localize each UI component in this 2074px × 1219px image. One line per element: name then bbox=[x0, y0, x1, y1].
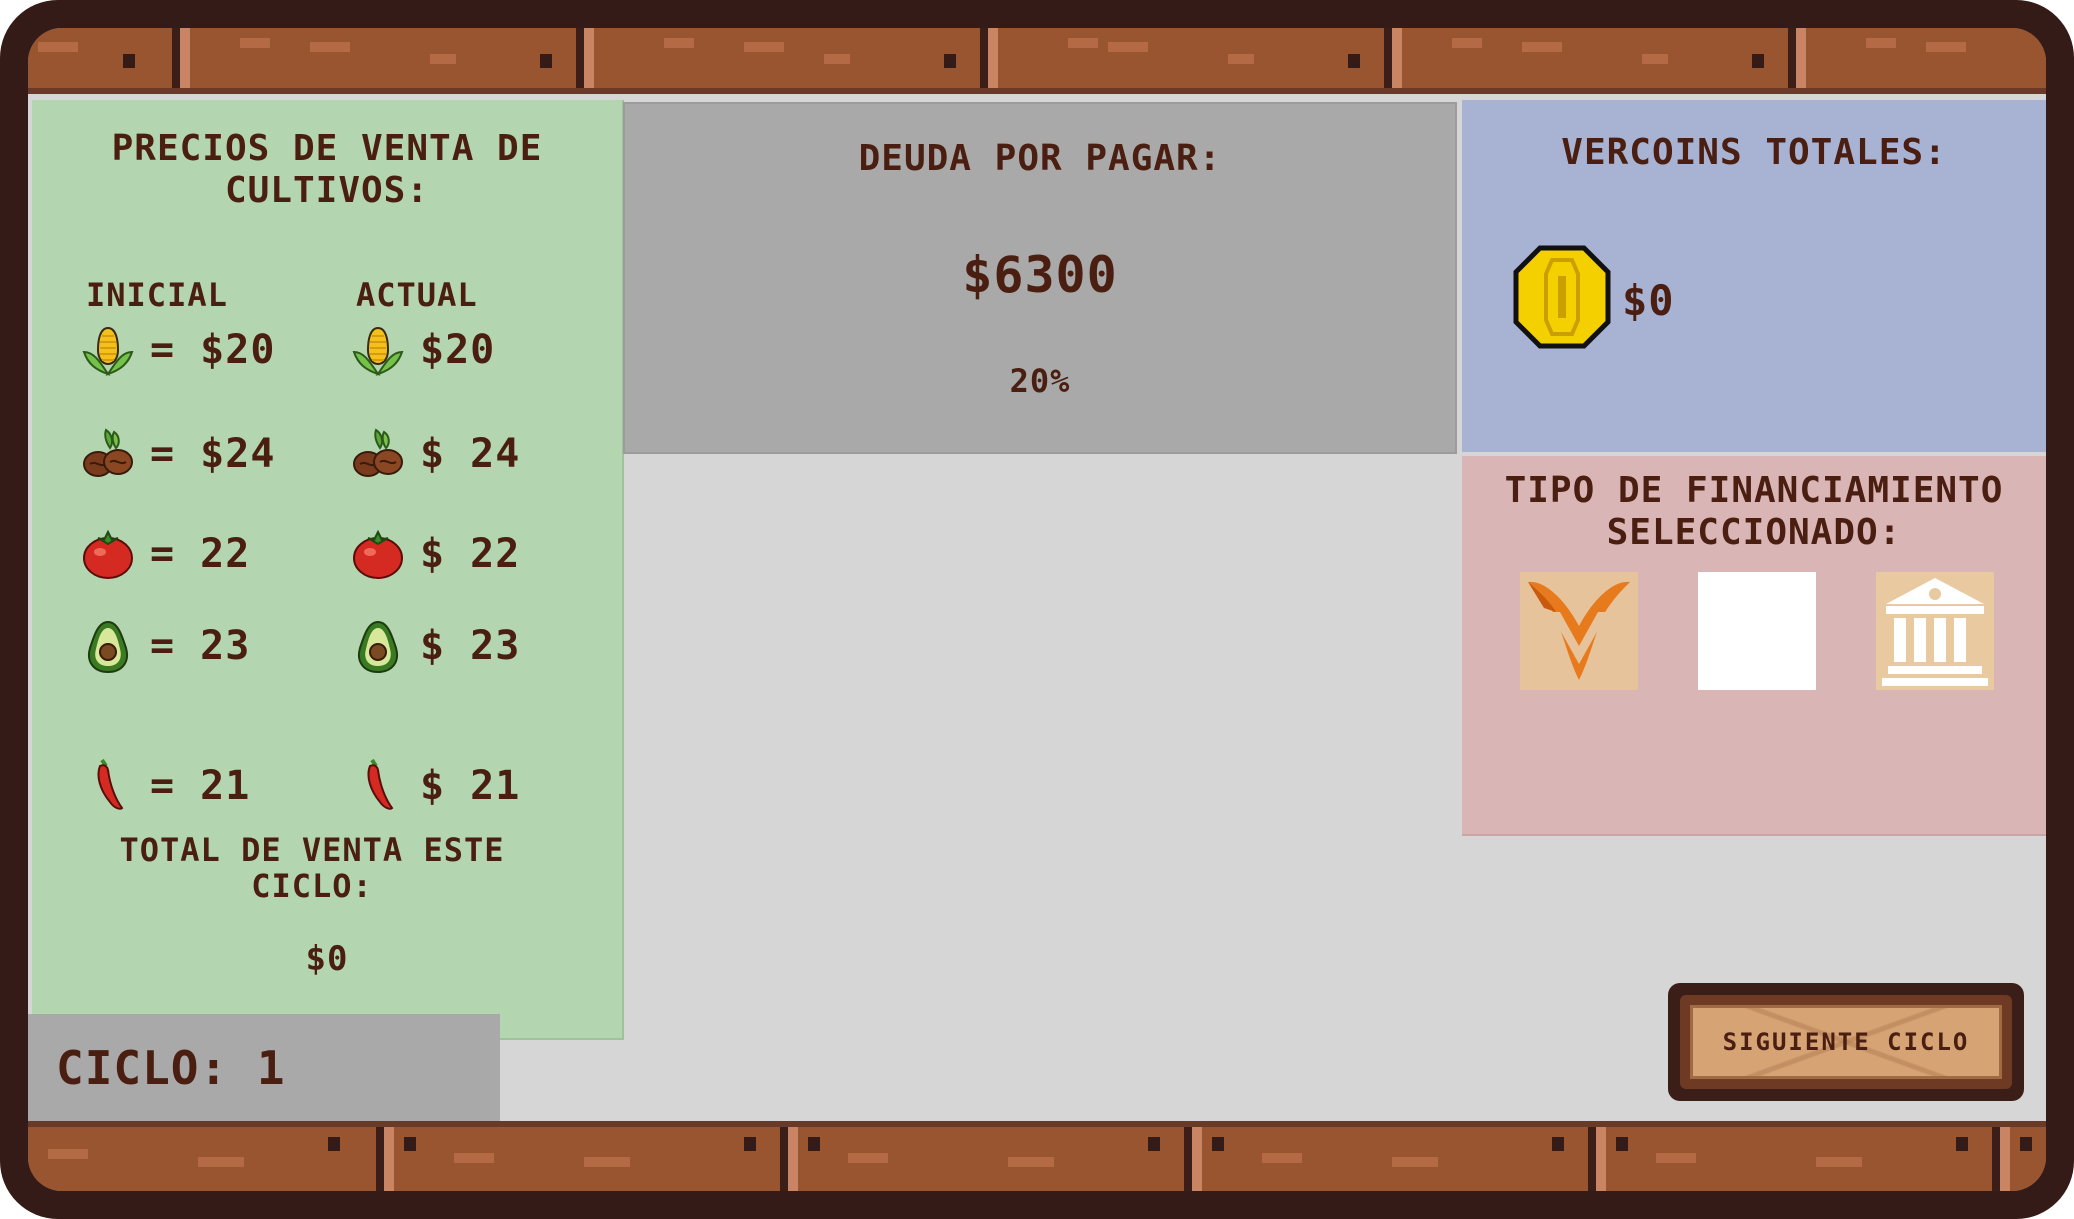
financing-option-bank[interactable] bbox=[1876, 572, 1994, 690]
vercoins-amount: $0 bbox=[1622, 276, 1675, 325]
coffee-initial-price: = $24 bbox=[150, 431, 276, 477]
chili-pepper-icon bbox=[367, 758, 394, 810]
tomato-icon bbox=[83, 529, 133, 579]
tomato-current-price: $ 22 bbox=[420, 531, 521, 577]
financing-title: TIPO DE FINANCIAMIENTO SELECCIONADO: bbox=[1504, 470, 2004, 553]
chili-current-price: $ 21 bbox=[420, 763, 521, 809]
next-cycle-label: SIGUIENTE CICLO bbox=[1722, 1028, 1970, 1056]
corn-current-price: $20 bbox=[420, 327, 496, 373]
coffee-beans-icon bbox=[83, 428, 133, 477]
avocado-initial-price: = 23 bbox=[150, 623, 251, 669]
bottom-brick-border bbox=[28, 1127, 2046, 1191]
debt-panel: DEUDA POR PAGAR: $6300 20% bbox=[623, 102, 1457, 454]
current-column-header: ACTUAL bbox=[356, 276, 478, 314]
financing-panel: TIPO DE FINANCIAMIENTO SELECCIONADO: bbox=[1462, 456, 2046, 836]
vercoins-panel: VERCOINS TOTALES: $0 bbox=[1462, 100, 2046, 452]
tomato-initial-price: = 22 bbox=[150, 531, 251, 577]
next-cycle-button[interactable]: SIGUIENTE CICLO bbox=[1668, 983, 2024, 1101]
corn-initial-price: = $20 bbox=[150, 327, 276, 373]
crop-prices-panel: PRECIOS DE VENTA DE CULTIVOS: INICIAL AC… bbox=[32, 100, 624, 1040]
chili-pepper-icon bbox=[97, 758, 124, 810]
initial-column-header: INICIAL bbox=[86, 276, 228, 314]
coffee-current-price: $ 24 bbox=[420, 431, 521, 477]
chili-initial-price: = 21 bbox=[150, 763, 251, 809]
cycle-counter: CICLO: 1 bbox=[56, 1041, 286, 1095]
game-screen: PRECIOS DE VENTA DE CULTIVOS: INICIAL AC… bbox=[28, 28, 2046, 1191]
interest-rate: 20% bbox=[1009, 362, 1071, 400]
top-brick-border bbox=[28, 28, 2046, 88]
avocado-icon bbox=[88, 620, 128, 674]
debt-amount: $6300 bbox=[962, 246, 1118, 304]
cycle-panel: CICLO: 1 bbox=[28, 1014, 500, 1126]
total-sales-value: $0 bbox=[305, 939, 349, 979]
vercoins-title: VERCOINS TOTALES: bbox=[1561, 132, 1947, 173]
gold-coin-icon bbox=[1513, 245, 1611, 349]
debt-title: DEUDA POR PAGAR: bbox=[858, 138, 1222, 179]
v-brand-logo-icon bbox=[1528, 581, 1630, 680]
avocado-icon bbox=[358, 620, 398, 674]
avocado-current-price: $ 23 bbox=[420, 623, 521, 669]
corn-icon bbox=[82, 326, 134, 376]
financing-option-v-brand[interactable] bbox=[1520, 572, 1638, 690]
bank-building-icon bbox=[1882, 578, 1988, 686]
top-brick-shadow bbox=[28, 88, 2046, 94]
financing-option-blank[interactable] bbox=[1698, 572, 1816, 690]
coffee-beans-icon bbox=[353, 428, 403, 477]
total-sales-label: TOTAL DE VENTA ESTE CICLO: bbox=[119, 831, 505, 905]
crop-prices-title: PRECIOS DE VENTA DE CULTIVOS: bbox=[111, 128, 543, 211]
tomato-icon bbox=[353, 529, 403, 579]
game-frame: PRECIOS DE VENTA DE CULTIVOS: INICIAL AC… bbox=[0, 0, 2074, 1219]
corn-icon bbox=[352, 326, 404, 376]
